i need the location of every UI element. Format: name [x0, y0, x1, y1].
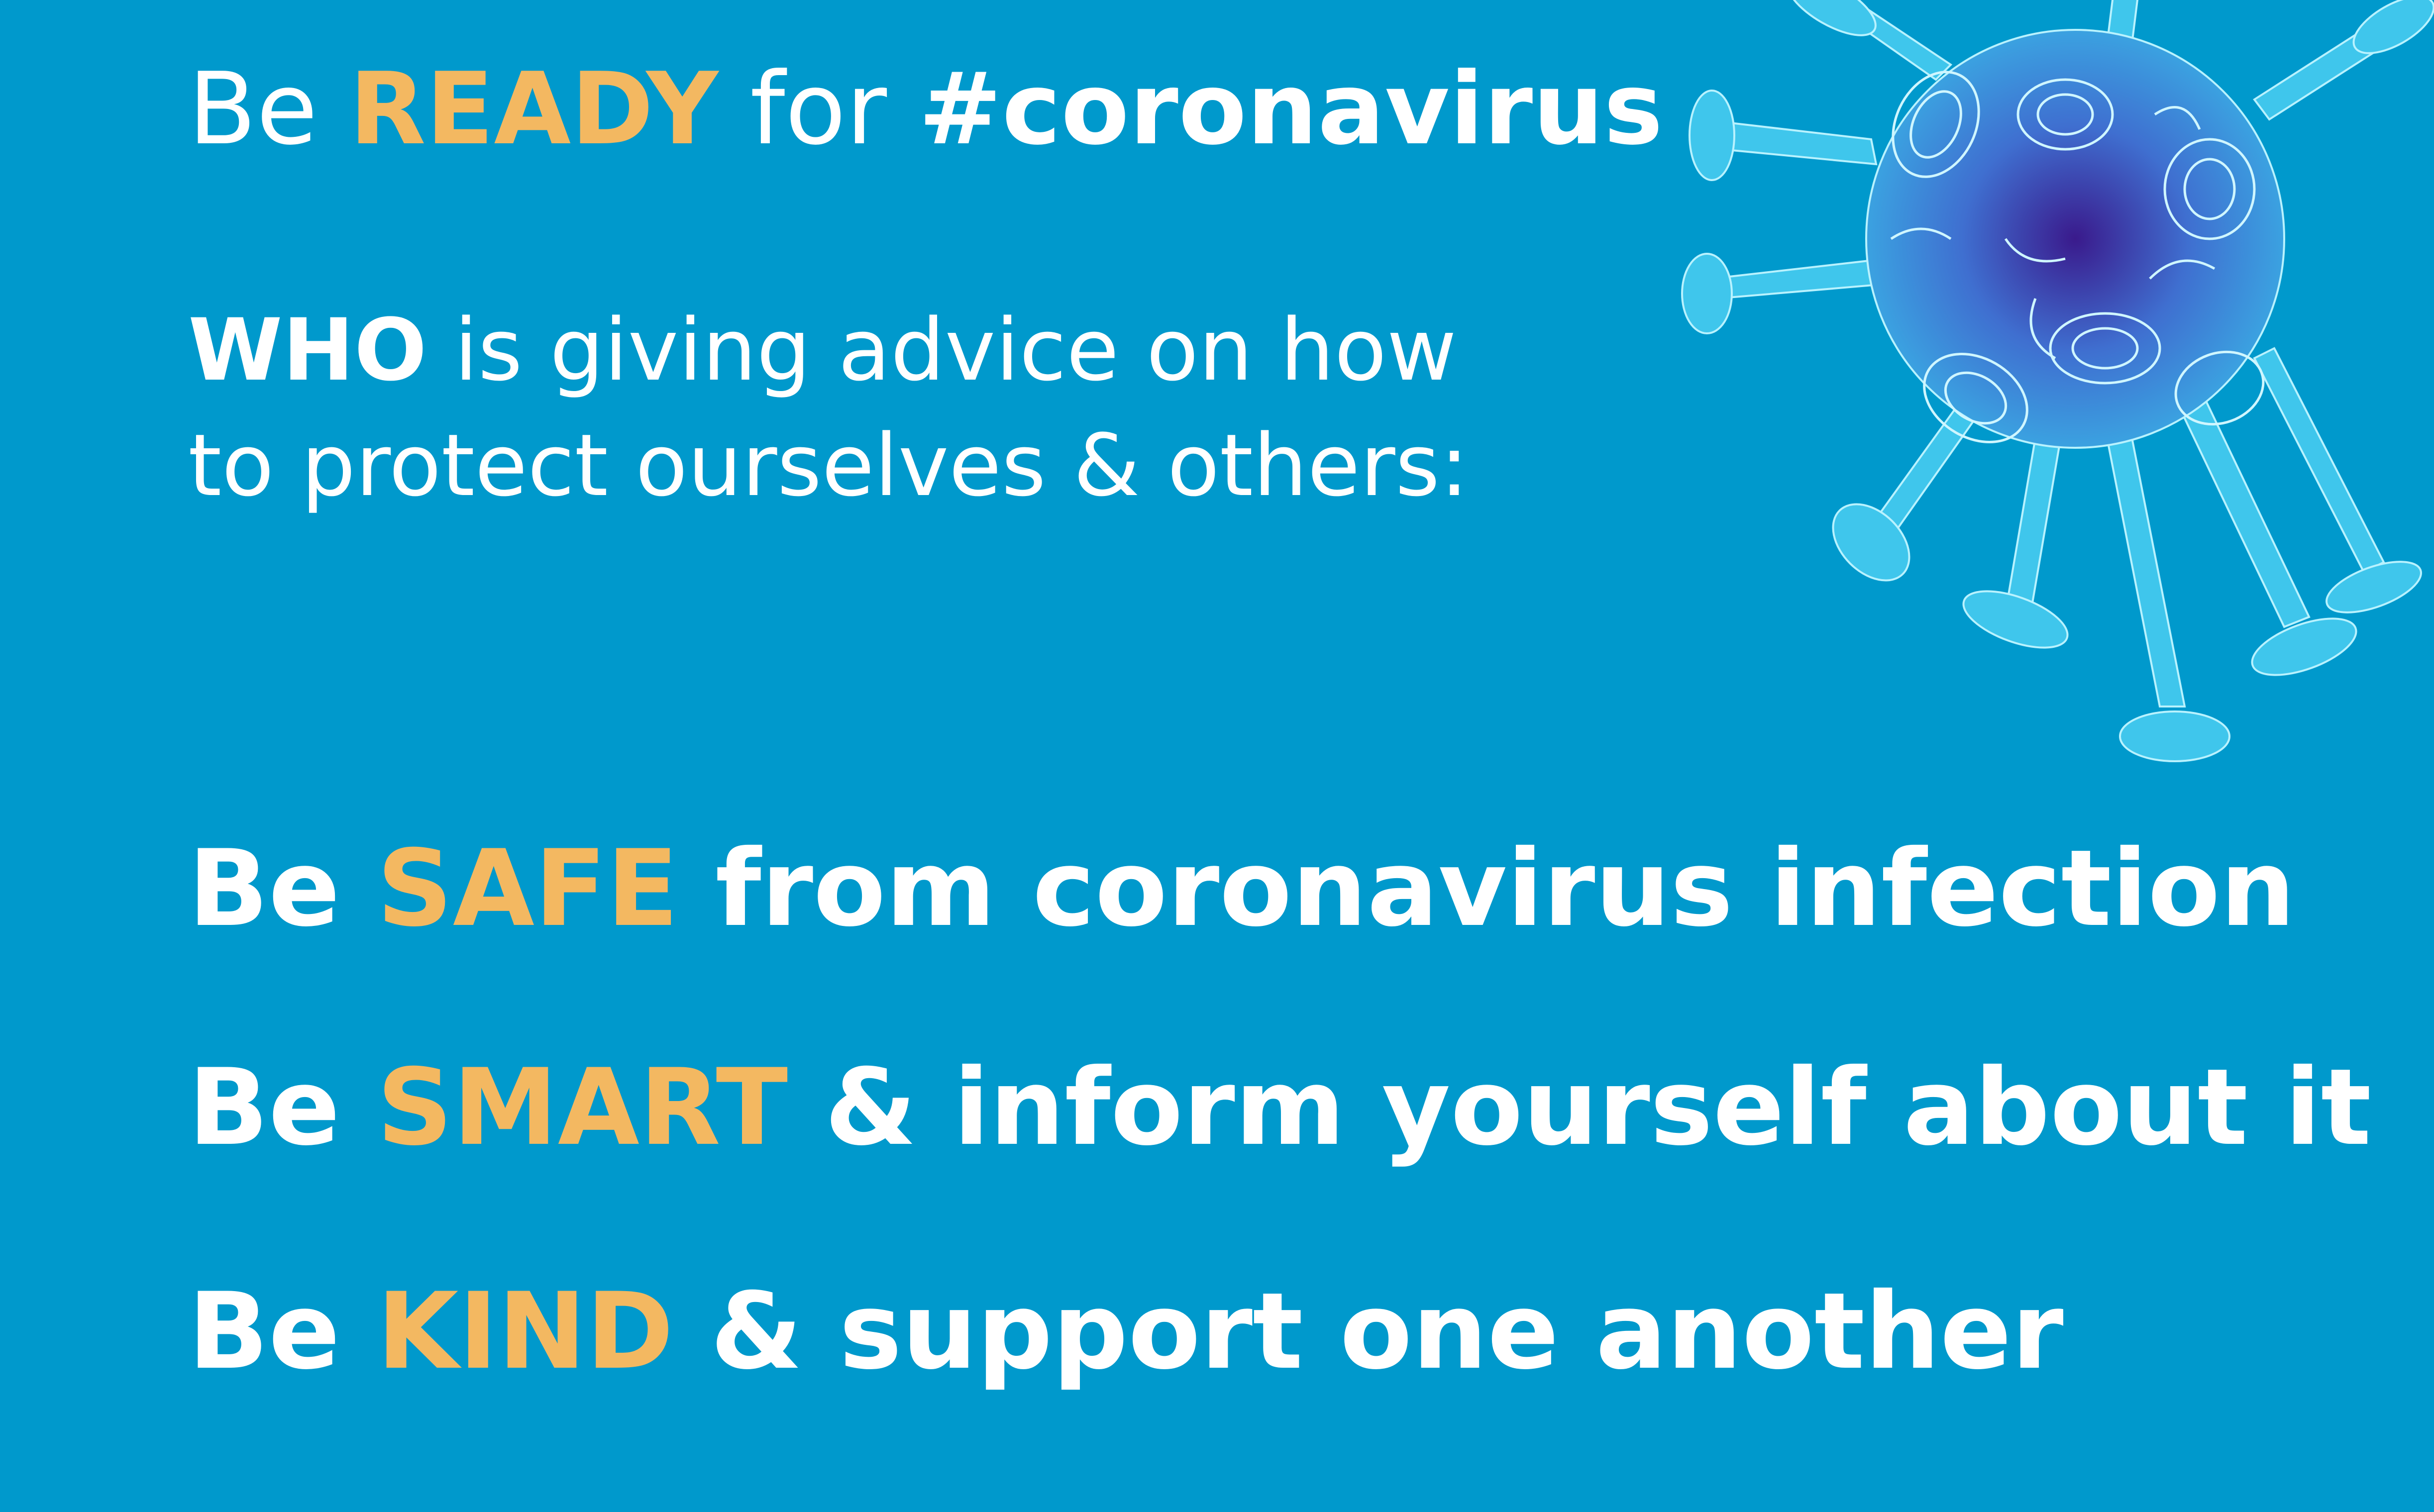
tip-kind: Be KIND & support one another: [188, 1279, 2064, 1384]
tip-text: from coronavirus infection: [715, 827, 2296, 950]
poster: Be READY for #coronavirus WHO is giving …: [0, 0, 2434, 1512]
intro-org: WHO: [188, 300, 427, 400]
headline-highlight: READY: [349, 51, 719, 167]
intro-line-1-text: is giving advice on how: [454, 300, 1457, 400]
tip-safe: Be SAFE from coronavirus infection: [188, 836, 2295, 941]
tip-prefix: Be: [188, 1046, 340, 1169]
tip-highlight: SAFE: [377, 827, 679, 950]
intro-line-2: to protect ourselves & others:: [188, 423, 1469, 508]
tip-prefix: Be: [188, 1270, 340, 1393]
tip-text: & inform yourself about it: [825, 1046, 2372, 1169]
intro-line-2-text: to protect ourselves & others:: [188, 415, 1469, 515]
tip-highlight: KIND: [377, 1270, 674, 1393]
tip-text: & support one another: [710, 1270, 2064, 1393]
headline-middle: for: [750, 51, 887, 167]
tip-highlight: SMART: [377, 1046, 788, 1169]
tip-prefix: Be: [188, 827, 340, 950]
intro-line-1: WHO is giving advice on how: [188, 307, 1457, 393]
headline-prefix: Be: [188, 51, 318, 167]
virus-body: [1865, 29, 2285, 449]
headline-hashtag: #coronavirus: [918, 51, 1663, 167]
coronavirus-icon: [1681, 0, 2434, 762]
tip-smart: Be SMART & inform yourself about it: [188, 1055, 2371, 1160]
headline: Be READY for #coronavirus: [188, 60, 1663, 159]
